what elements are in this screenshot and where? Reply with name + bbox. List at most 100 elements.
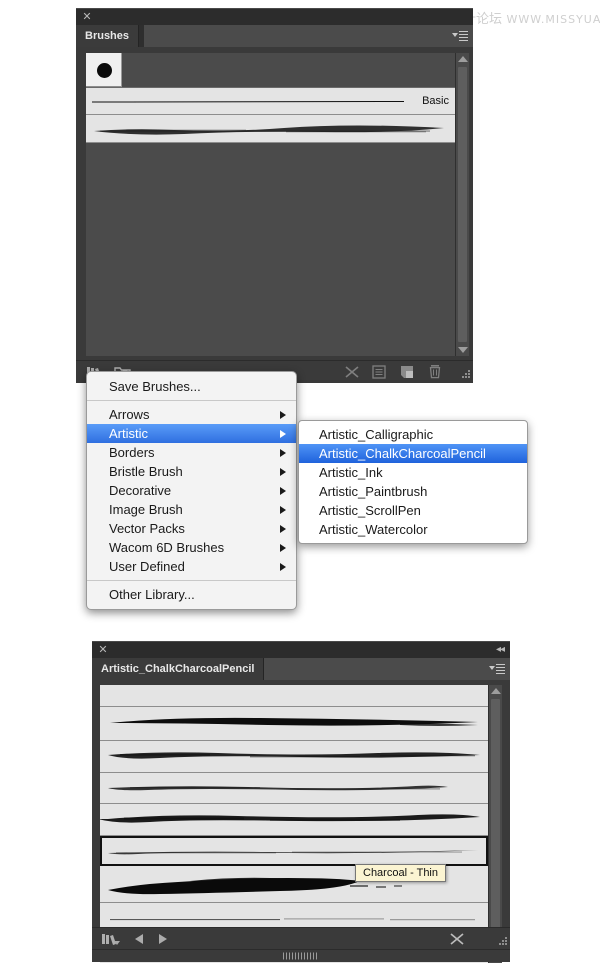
submenu-arrow-icon [280,544,286,552]
submenu-item-label: Artistic_ChalkCharcoalPencil [319,446,486,461]
library-scrollbar[interactable] [488,685,502,963]
tab-artistic-chalkcharcoalpencil[interactable]: Artistic_ChalkCharcoalPencil [92,658,264,680]
menu-item-label: Bristle Brush [109,464,183,479]
list-item[interactable] [100,707,488,741]
submenu-item-label: Artistic_Ink [319,465,383,480]
brush-stroke-graphic [102,838,486,864]
menu-item-label: Borders [109,445,155,460]
library-panel-toolbar [92,927,510,950]
submenu-item-artistic-paintbrush[interactable]: Artistic_Paintbrush [299,482,527,501]
delete-brush-icon[interactable] [428,364,442,379]
collapse-panel-icon[interactable]: ◂◂ [496,644,504,656]
brushes-panel: ✕ Brushes Basi [76,8,473,382]
brush-stroke-graphic [100,773,488,803]
menu-item-other-library[interactable]: Other Library... [87,585,296,604]
submenu-item-artistic-chalkcharcoalpencil[interactable]: Artistic_ChalkCharcoalPencil [299,444,527,463]
library-brush-list [100,685,488,963]
list-item[interactable]: Basic [86,88,455,115]
close-icon[interactable]: ✕ [82,12,92,22]
list-item[interactable] [100,773,488,804]
submenu-item-artistic-calligraphic[interactable]: Artistic_Calligraphic [299,425,527,444]
next-library-icon[interactable] [158,933,168,945]
menu-item-label: Wacom 6D Brushes [109,540,224,555]
tabrow-filler [256,658,510,680]
menu-item-label: Other Library... [109,587,195,602]
menu-item-label: Decorative [109,483,171,498]
brush-stroke-graphic [100,741,488,772]
submenu-arrow-icon [280,411,286,419]
menu-item-arrows[interactable]: Arrows [87,405,296,424]
tab-brushes[interactable]: Brushes [76,25,139,47]
brushes-scrollbar[interactable] [455,53,469,356]
panel-menu-icon[interactable] [452,30,468,42]
submenu-arrow-icon [280,468,286,476]
brushes-list-empty-area [86,143,455,356]
submenu-arrow-icon [280,449,286,457]
menu-item-artistic[interactable]: Artistic [87,424,296,443]
list-item[interactable] [100,836,488,866]
brush-libraries-menu[interactable]: Save Brushes... Arrows Artistic Borders … [86,371,297,610]
artistic-submenu[interactable]: Artistic_Calligraphic Artistic_ChalkChar… [298,420,528,544]
brushes-panel-tabrow: Brushes [76,25,473,47]
menu-item-borders[interactable]: Borders [87,443,296,462]
menu-item-save-brushes[interactable]: Save Brushes... [87,377,296,396]
previous-library-icon[interactable] [134,933,144,945]
submenu-arrow-icon [280,506,286,514]
menu-item-label: Image Brush [109,502,183,517]
resize-grip-icon[interactable] [497,937,507,947]
remove-brush-stroke-icon[interactable] [449,932,465,946]
brushes-panel-titlebar: ✕ [76,8,473,26]
close-icon[interactable]: ✕ [98,645,108,655]
submenu-item-label: Artistic_Watercolor [319,522,428,537]
list-item[interactable] [86,115,455,143]
default-round-swatch[interactable] [86,53,122,87]
artistic-library-panel: ✕ ◂◂ Artistic_ChalkCharcoalPencil [92,641,510,961]
tabrow-filler [144,25,473,47]
watermark-url-text: WWW.MISSYUAN.COM [507,13,600,26]
brushes-list: Basic [86,53,455,356]
list-item[interactable] [86,53,455,88]
list-item[interactable] [100,804,488,836]
brush-stroke-graphic [100,804,488,835]
list-item[interactable] [100,685,488,707]
list-item[interactable] [100,741,488,773]
options-of-selected-object-icon[interactable] [372,365,386,379]
menu-item-label: Vector Packs [109,521,185,536]
menu-item-label: Arrows [109,407,149,422]
scroll-down-arrow-icon[interactable] [458,347,468,353]
submenu-item-label: Artistic_ScrollPen [319,503,421,518]
list-item-label: Basic [422,95,449,107]
menu-item-user-defined[interactable]: User Defined [87,557,296,576]
brush-tooltip: Charcoal - Thin [355,864,446,882]
submenu-item-label: Artistic_Paintbrush [319,484,427,499]
submenu-item-label: Artistic_Calligraphic [319,427,433,442]
remove-brush-stroke-icon[interactable] [344,365,360,379]
panel-drag-handle[interactable] [92,949,510,962]
submenu-item-artistic-watercolor[interactable]: Artistic_Watercolor [299,520,527,539]
submenu-arrow-icon [280,525,286,533]
brush-libraries-menu-icon[interactable] [101,932,121,946]
menu-item-decorative[interactable]: Decorative [87,481,296,500]
menu-separator [87,400,296,401]
menu-item-image-brush[interactable]: Image Brush [87,500,296,519]
menu-item-vector-packs[interactable]: Vector Packs [87,519,296,538]
library-panel-tabrow: Artistic_ChalkCharcoalPencil [92,658,510,680]
scroll-up-arrow-icon[interactable] [458,56,468,62]
brush-stroke-graphic [100,707,488,740]
menu-item-bristle-brush[interactable]: Bristle Brush [87,462,296,481]
scrollbar-thumb[interactable] [491,699,500,949]
menu-item-wacom-6d-brushes[interactable]: Wacom 6D Brushes [87,538,296,557]
new-brush-icon[interactable] [400,365,414,379]
panel-menu-icon[interactable] [489,663,505,675]
resize-grip-icon[interactable] [460,370,470,380]
submenu-arrow-icon [280,563,286,571]
submenu-arrow-icon [280,430,286,438]
menu-item-label: User Defined [109,559,185,574]
menu-separator [87,580,296,581]
round-brush-dot-icon [97,63,112,78]
screenshot-root: 思缘设计论坛 WWW.MISSYUAN.COM ✕ Brushes [0,0,600,974]
submenu-item-artistic-scrollpen[interactable]: Artistic_ScrollPen [299,501,527,520]
scrollbar-thumb[interactable] [458,67,467,342]
submenu-item-artistic-ink[interactable]: Artistic_Ink [299,463,527,482]
scroll-up-arrow-icon[interactable] [491,688,501,694]
